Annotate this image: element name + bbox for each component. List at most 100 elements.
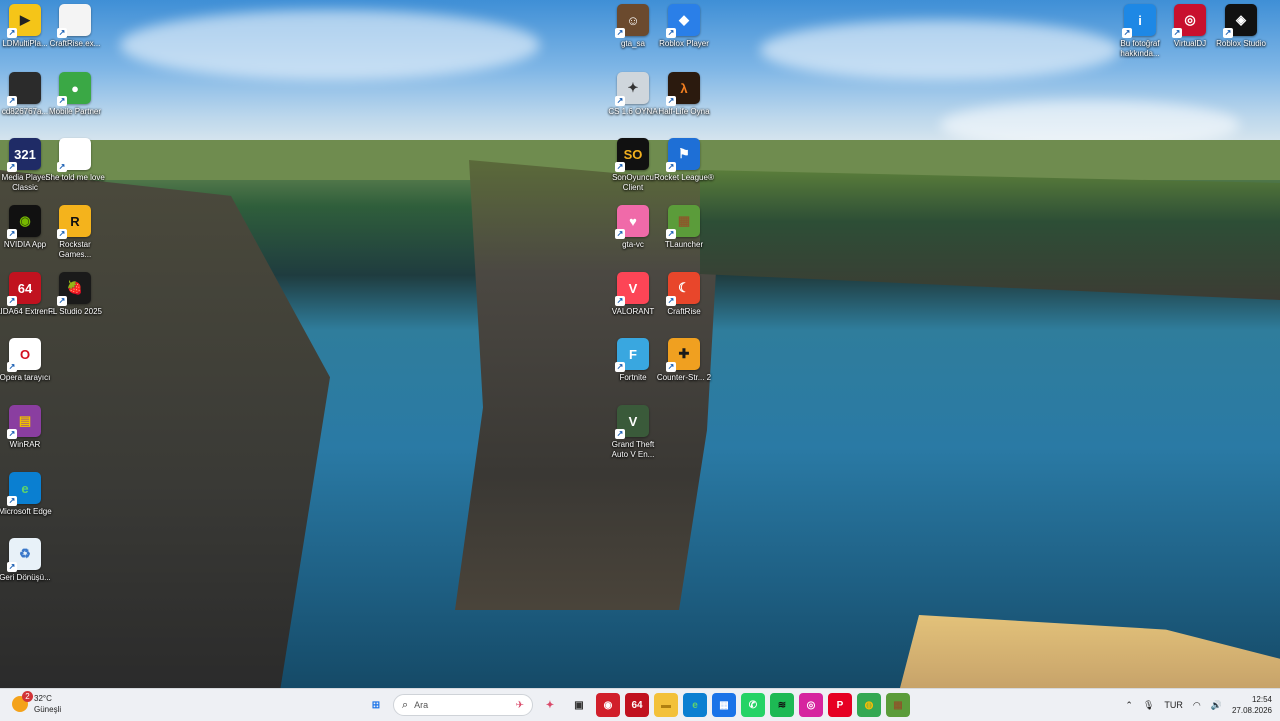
shortcut-arrow-icon: ↗ bbox=[615, 229, 625, 239]
craftrise-icon: ☾ ↗ bbox=[666, 272, 700, 306]
image-file-icon: ↗ bbox=[7, 72, 41, 106]
spotify-icon[interactable]: ≋ bbox=[770, 693, 794, 717]
clock[interactable]: 12:54 27.08.2026 bbox=[1232, 694, 1272, 716]
gta-vc-shortcut[interactable]: ♥ ↗ gta-vc bbox=[604, 205, 662, 271]
fl-studio-shortcut[interactable]: 🍓 ↗ FL Studio 2025 bbox=[46, 272, 104, 338]
clock-date: 27.08.2026 bbox=[1231, 706, 1272, 715]
pinterest-icon[interactable]: P bbox=[828, 693, 852, 717]
language-indicator[interactable]: TUR bbox=[1164, 700, 1183, 710]
rocket-league-icon: ⚑ ↗ bbox=[666, 138, 700, 172]
rockstar-games-shortcut[interactable]: R ↗ Rockstar Games... bbox=[46, 205, 104, 271]
virtualdj-shortcut[interactable]: ◎ ↗ VirtualDJ bbox=[1161, 4, 1219, 70]
shortcut-arrow-icon: ↗ bbox=[666, 229, 676, 239]
shortcut-arrow-icon: ↗ bbox=[7, 296, 17, 306]
search-highlight-icon: ✈ bbox=[515, 699, 524, 711]
shortcut-arrow-icon: ↗ bbox=[57, 229, 67, 239]
roblox-studio-icon: ◈ ↗ bbox=[1223, 4, 1257, 38]
task-view-icon[interactable]: ▣ bbox=[567, 693, 591, 717]
file-icon: ↗ bbox=[57, 4, 91, 38]
wifi-icon[interactable]: ◠ bbox=[1193, 700, 1201, 711]
file-explorer-icon[interactable]: ▬ bbox=[654, 693, 678, 717]
rocket-league-shortcut[interactable]: ⚑ ↗ Rocket League® bbox=[654, 138, 714, 204]
record-app-icon[interactable]: ◉ bbox=[596, 693, 620, 717]
shortcut-arrow-icon: ↗ bbox=[57, 296, 67, 306]
counter-strike-2-shortcut[interactable]: ✚ ↗ Counter-Str... 2 bbox=[655, 338, 713, 404]
valorant-icon: V ↗ bbox=[615, 272, 649, 306]
volume-icon[interactable]: 🔊 bbox=[1211, 700, 1222, 711]
shortcut-arrow-icon: ↗ bbox=[615, 96, 625, 106]
counter-strike-icon: ✚ ↗ bbox=[666, 338, 700, 372]
ldmultiplayer-icon: ▶ ↗ bbox=[7, 4, 41, 38]
shortcut-arrow-icon: ↗ bbox=[1122, 28, 1132, 38]
sonoyuncu-shortcut[interactable]: SO ↗ SonOyuncu Client bbox=[604, 138, 662, 204]
gta-v-shortcut[interactable]: V ↗ Grand Theft Auto V En... bbox=[604, 405, 662, 471]
document-icon: ↗ bbox=[57, 138, 91, 172]
weather-temp: 32°C bbox=[34, 694, 52, 703]
shortcut-arrow-icon: ↗ bbox=[615, 429, 625, 439]
winrar-icon: ▤ ↗ bbox=[7, 405, 41, 439]
clock-time: 12:54 bbox=[1251, 695, 1272, 704]
search-placeholder: Ara bbox=[414, 700, 429, 710]
shortcut-arrow-icon: ↗ bbox=[57, 96, 67, 106]
shortcut-arrow-icon: ↗ bbox=[666, 362, 676, 372]
gta-vc-icon: ♥ ↗ bbox=[615, 205, 649, 239]
shortcut-arrow-icon: ↗ bbox=[666, 96, 676, 106]
half-life-icon: λ ↗ bbox=[666, 72, 700, 106]
opera-shortcut[interactable]: O ↗ Opera tarayıcı bbox=[0, 338, 54, 404]
shortcut-arrow-icon: ↗ bbox=[7, 496, 17, 506]
notification-badge: 2 bbox=[22, 691, 33, 702]
shortcut-arrow-icon: ↗ bbox=[1223, 28, 1233, 38]
cs16-shortcut[interactable]: ✦ ↗ CS 1.6 OYNA bbox=[604, 72, 662, 138]
valorant-shortcut[interactable]: V ↗ VALORANT bbox=[604, 272, 662, 338]
nvidia-icon: ◉ ↗ bbox=[7, 205, 41, 239]
shortcut-arrow-icon: ↗ bbox=[7, 96, 17, 106]
half-life-shortcut[interactable]: λ ↗ Half-Life Oyna bbox=[655, 72, 713, 138]
chrome-icon[interactable]: ◍ bbox=[857, 693, 881, 717]
microphone-icon[interactable]: 🎙 bbox=[1143, 700, 1154, 711]
aida64-icon: 64 ↗ bbox=[7, 272, 41, 306]
weather-widget[interactable]: 2 32°C Güneşli bbox=[12, 691, 62, 715]
weather-condition: Güneşli bbox=[34, 705, 62, 714]
edge-shortcut[interactable]: e ↗ Microsoft Edge bbox=[0, 472, 54, 538]
shortcut-arrow-icon: ↗ bbox=[57, 162, 67, 172]
shortcut-arrow-icon: ↗ bbox=[615, 28, 625, 38]
minecraft-icon[interactable]: ▦ bbox=[886, 693, 910, 717]
whatsapp-icon[interactable]: ✆ bbox=[741, 693, 765, 717]
aida64-taskbar-icon[interactable]: 64 bbox=[625, 693, 649, 717]
copilot-icon[interactable]: ✦ bbox=[538, 693, 562, 717]
craftrise-shortcut[interactable]: ☾ ↗ CraftRise bbox=[655, 272, 713, 338]
shortcut-arrow-icon: ↗ bbox=[1172, 28, 1182, 38]
roblox-studio-shortcut[interactable]: ◈ ↗ Roblox Studio bbox=[1212, 4, 1270, 70]
search-box[interactable]: ⌕ Ara ✈ bbox=[393, 694, 533, 716]
shortcut-arrow-icon: ↗ bbox=[7, 229, 17, 239]
start-button[interactable]: ⊞ bbox=[364, 693, 388, 717]
sun-icon: 2 bbox=[12, 691, 33, 712]
store-icon[interactable]: ▦ bbox=[712, 693, 736, 717]
opera-icon: O ↗ bbox=[7, 338, 41, 372]
tlauncher-shortcut[interactable]: ▦ ↗ TLauncher bbox=[655, 205, 713, 271]
gta-v-icon: V ↗ bbox=[615, 405, 649, 439]
chevron-up-icon[interactable]: ⌃ bbox=[1125, 700, 1133, 711]
shortcut-arrow-icon: ↗ bbox=[666, 296, 676, 306]
gta-sa-icon: ☺ ↗ bbox=[615, 4, 649, 38]
shortcut-arrow-icon: ↗ bbox=[666, 28, 676, 38]
fortnite-icon: F ↗ bbox=[615, 338, 649, 372]
she-told-me-love-shortcut[interactable]: ↗ She told me love bbox=[45, 138, 105, 204]
sonoyuncu-icon: SO ↗ bbox=[615, 138, 649, 172]
recycle-bin[interactable]: ♻ ↗ Geri Dönüşü... bbox=[0, 538, 54, 604]
winrar-shortcut[interactable]: ▤ ↗ WinRAR bbox=[0, 405, 54, 471]
desktop-icons: ▶ ↗ LDMultiPla... ↗ CraftRise.ex... ↗ cd8267… bbox=[0, 0, 1280, 688]
mobile-partner-shortcut[interactable]: ● ↗ Mobile Partner bbox=[46, 72, 104, 138]
tlauncher-icon: ▦ ↗ bbox=[666, 205, 700, 239]
shortcut-arrow-icon: ↗ bbox=[615, 362, 625, 372]
gta-sa-shortcut[interactable]: ☺ ↗ gta_sa bbox=[604, 4, 662, 70]
fortnite-shortcut[interactable]: F ↗ Fortnite bbox=[604, 338, 662, 404]
craftrise-exe-shortcut[interactable]: ↗ CraftRise.ex... bbox=[46, 4, 104, 70]
edge-taskbar-icon[interactable]: e bbox=[683, 693, 707, 717]
taskbar: 2 32°C Güneşli ⊞ ⌕ Ara ✈ ✦ ▣ ◉ 64 ▬ e ▦ … bbox=[0, 688, 1280, 721]
roblox-player-shortcut[interactable]: ◆ ↗ Roblox Player bbox=[655, 4, 713, 70]
shortcut-arrow-icon: ↗ bbox=[7, 162, 17, 172]
shortcut-arrow-icon: ↗ bbox=[7, 362, 17, 372]
recycle-bin-icon: ♻ ↗ bbox=[7, 538, 41, 572]
instagram-icon[interactable]: ◎ bbox=[799, 693, 823, 717]
